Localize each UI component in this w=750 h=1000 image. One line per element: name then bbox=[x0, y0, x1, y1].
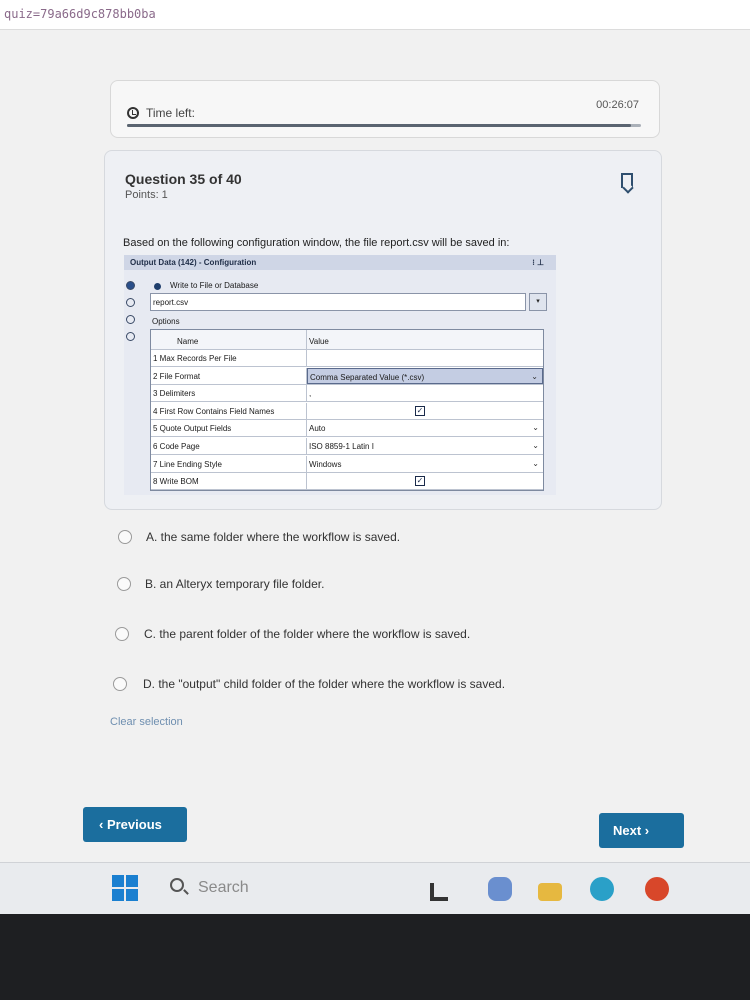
next-label: Next bbox=[613, 823, 642, 838]
address-bar[interactable]: quiz=79a66d9c878bb0ba bbox=[0, 0, 750, 30]
config-side-icon bbox=[126, 332, 135, 341]
grid-cell-name: 3 Delimiters bbox=[151, 385, 307, 402]
url-text: quiz=79a66d9c878bb0ba bbox=[4, 7, 156, 21]
grid-row: 6 Code Page ISO 8859-1 Latin I ⌄ bbox=[151, 438, 543, 455]
grid-row: 2 File Format Comma Separated Value (*.cs… bbox=[151, 367, 543, 385]
taskbar-search[interactable]: Search bbox=[198, 879, 249, 897]
options-label: Options bbox=[152, 317, 180, 326]
grid-row: 5 Quote Output Fields Auto ⌄ bbox=[151, 420, 543, 438]
grid-cell-value: Windows ⌄ bbox=[307, 456, 543, 472]
clock-icon bbox=[127, 107, 139, 119]
grid-cell-value: , bbox=[307, 385, 543, 401]
chevron-left-icon: ‹ bbox=[99, 817, 107, 832]
config-title-icons: ⁝ ⊥ bbox=[532, 258, 544, 267]
windows-start-icon[interactable] bbox=[112, 875, 138, 901]
write-to-file-label: Write to File or Database bbox=[170, 281, 259, 290]
grid-value-text: , bbox=[309, 389, 312, 399]
grid-cell-value: ✓ bbox=[307, 473, 543, 489]
grid-cell-value bbox=[307, 350, 543, 366]
answer-label[interactable]: A. the same folder where the workflow is… bbox=[146, 530, 400, 544]
timer-value: 00:26:07 bbox=[596, 99, 639, 111]
chevron-down-icon: ⌄ bbox=[532, 423, 539, 433]
timer-progress-bar bbox=[127, 124, 641, 127]
grid-cell-name: 5 Quote Output Fields bbox=[151, 420, 307, 437]
timer-card: Time left: 00:26:07 bbox=[110, 80, 660, 138]
timer-progress-fill bbox=[127, 124, 631, 127]
question-title: Question 35 of 40 bbox=[125, 171, 242, 187]
grid-cell-name: 2 File Format bbox=[151, 367, 307, 384]
grid-value-text: Comma Separated Value (*.csv) bbox=[310, 372, 425, 382]
grid-cell-name: 8 Write BOM bbox=[151, 473, 307, 490]
answer-label[interactable]: D. the "output" child folder of the fold… bbox=[143, 677, 505, 691]
file-path-field: report.csv bbox=[150, 293, 526, 311]
grid-row: 7 Line Ending Style Windows ⌄ bbox=[151, 455, 543, 473]
grid-header: Name Value bbox=[151, 330, 543, 350]
grid-cell-value: Comma Separated Value (*.csv) ⌄ bbox=[307, 367, 543, 384]
answer-label[interactable]: B. an Alteryx temporary file folder. bbox=[145, 577, 324, 591]
grid-value-text: Auto bbox=[309, 424, 326, 434]
previous-button[interactable]: ‹ Previous bbox=[83, 807, 187, 842]
search-icon bbox=[170, 878, 184, 892]
clear-selection-link[interactable]: Clear selection bbox=[110, 716, 183, 728]
grid-cell-value: Auto ⌄ bbox=[307, 420, 543, 436]
grid-row: 1 Max Records Per File bbox=[151, 350, 543, 367]
grid-row: 8 Write BOM ✓ bbox=[151, 473, 543, 491]
file-explorer-icon[interactable] bbox=[538, 883, 562, 901]
app-icon[interactable] bbox=[430, 883, 448, 901]
grid-cell-value: ISO 8859-1 Latin I ⌄ bbox=[307, 438, 543, 454]
checkbox-checked-icon: ✓ bbox=[415, 405, 425, 416]
file-dropdown-icon: ▾ bbox=[529, 293, 547, 311]
taskbar: Search bbox=[0, 862, 750, 914]
config-side-icon bbox=[126, 281, 135, 290]
previous-label: Previous bbox=[106, 817, 162, 832]
configuration-window: Output Data (142) - Configuration ⁝ ⊥ Wr… bbox=[124, 255, 556, 495]
config-title: Output Data (142) - Configuration ⁝ ⊥ bbox=[124, 255, 556, 270]
config-side-icon bbox=[126, 298, 135, 307]
chevron-down-icon: ⌄ bbox=[531, 371, 538, 381]
header-name: Name bbox=[151, 330, 307, 349]
copilot-icon[interactable] bbox=[488, 877, 512, 901]
grid-cell-value: ✓ bbox=[307, 403, 543, 419]
write-to-file-radio bbox=[154, 283, 161, 290]
config-title-text: Output Data (142) - Configuration bbox=[130, 258, 257, 267]
timer-label: Time left: bbox=[146, 106, 195, 120]
grid-cell-name: 1 Max Records Per File bbox=[151, 350, 307, 366]
chrome-icon[interactable] bbox=[645, 877, 669, 901]
header-value: Value bbox=[309, 337, 329, 346]
answer-radio[interactable] bbox=[115, 627, 129, 641]
config-side-icon bbox=[126, 315, 135, 324]
options-grid: Name Value 1 Max Records Per File 2 File … bbox=[150, 329, 544, 491]
grid-row: 4 First Row Contains Field Names ✓ bbox=[151, 402, 543, 420]
answer-radio[interactable] bbox=[117, 577, 131, 591]
edge-icon[interactable] bbox=[590, 877, 614, 901]
answer-radio[interactable] bbox=[113, 677, 127, 691]
grid-cell-name: 7 Line Ending Style bbox=[151, 455, 307, 472]
answer-radio[interactable] bbox=[118, 530, 132, 544]
grid-row: 3 Delimiters, bbox=[151, 385, 543, 403]
question-text: Based on the following configuration win… bbox=[123, 237, 510, 249]
chevron-right-icon: › bbox=[641, 823, 650, 838]
bookmark-icon[interactable] bbox=[621, 173, 633, 188]
answer-label[interactable]: C. the parent folder of the folder where… bbox=[144, 627, 470, 641]
question-card: Question 35 of 40 Points: 1 Based on the… bbox=[104, 150, 662, 510]
grid-cell-name: 6 Code Page bbox=[151, 438, 307, 454]
next-button[interactable]: Next › bbox=[599, 813, 684, 848]
question-points: Points: 1 bbox=[125, 189, 168, 201]
grid-value-text: Windows bbox=[309, 459, 342, 469]
grid-cell-name: 4 First Row Contains Field Names bbox=[151, 402, 307, 419]
chevron-down-icon: ⌄ bbox=[532, 458, 539, 468]
grid-value-text: ISO 8859-1 Latin I bbox=[309, 442, 374, 451]
chevron-down-icon: ⌄ bbox=[532, 441, 539, 450]
checkbox-checked-icon: ✓ bbox=[415, 476, 425, 487]
screen-bezel bbox=[0, 914, 750, 1000]
